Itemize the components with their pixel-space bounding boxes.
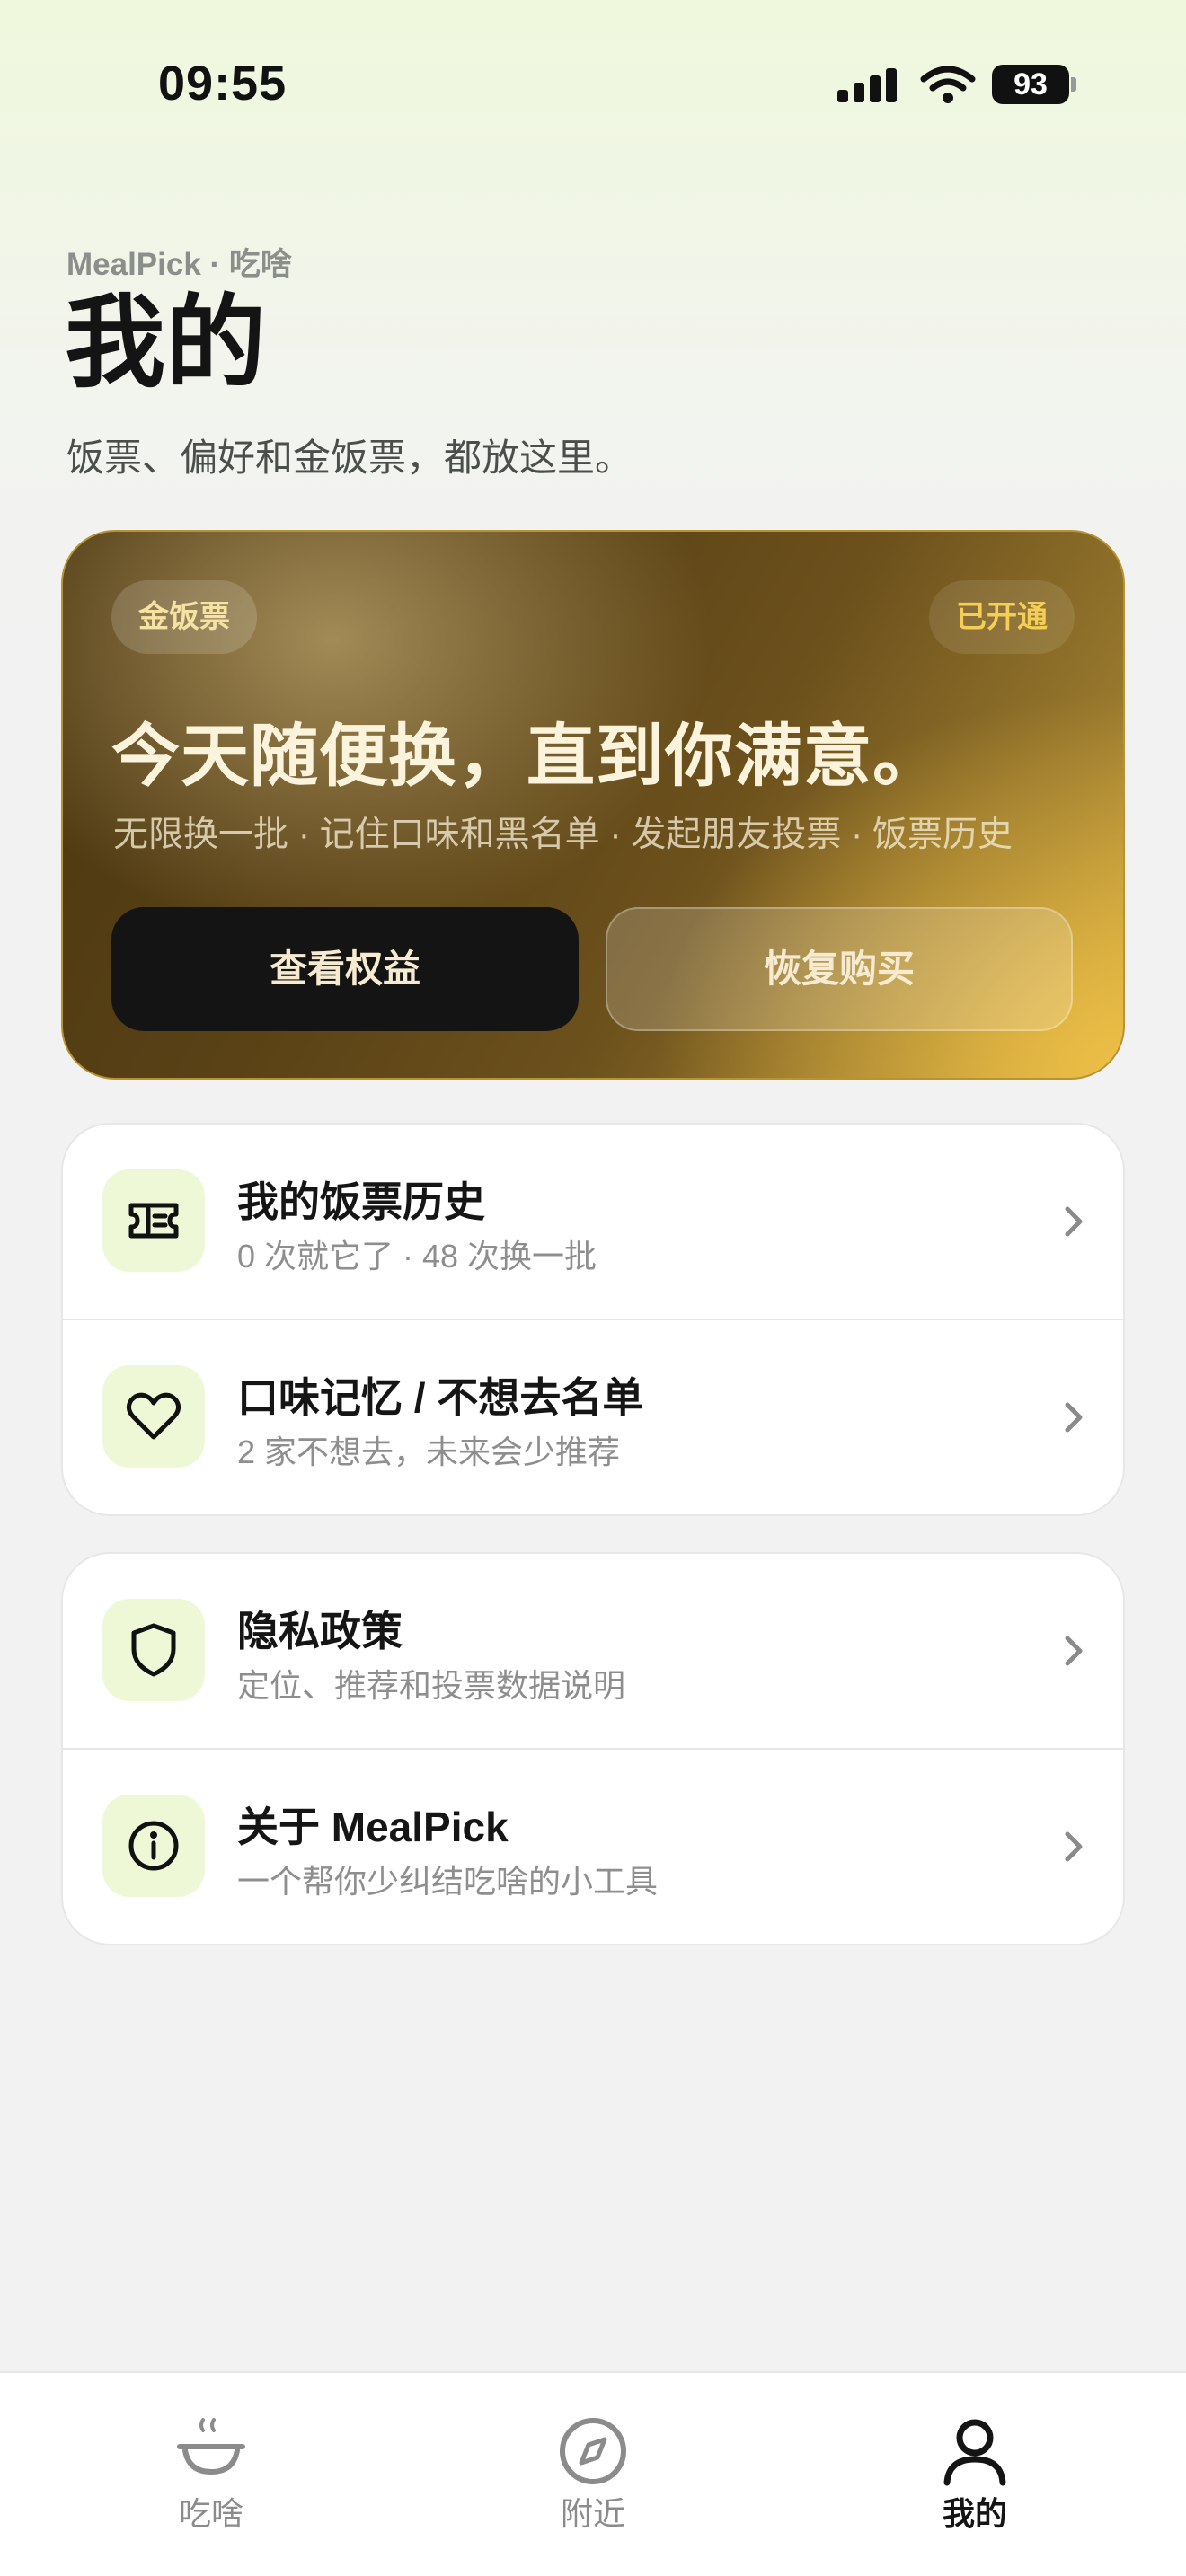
list-item-title: 关于 MealPick	[237, 1804, 509, 1850]
battery-indicator: 93	[992, 65, 1069, 104]
list-item-subtitle: 一个帮你少纠结吃啥的小工具	[237, 1863, 659, 1900]
list-item-privacy-policy[interactable]: 隐私政策 定位、推荐和投票数据说明	[63, 1554, 1123, 1748]
gold-ticket-card: 金饭票 已开通 今天随便换，直到你满意。 无限换一批 · 记住口味和黑名单 · …	[61, 530, 1125, 1080]
list-item-ticket-history[interactable]: 我的饭票历史 0 次就它了 · 48 次换一批	[63, 1125, 1123, 1319]
list-item-about[interactable]: 关于 MealPick 一个帮你少纠结吃啥的小工具	[63, 1748, 1123, 1944]
list-group-records: 我的饭票历史 0 次就它了 · 48 次换一批 口味记忆 / 不想去名单 2 家…	[61, 1123, 1125, 1516]
list-item-subtitle: 2 家不想去，未来会少推荐	[237, 1434, 621, 1470]
list-item-subtitle: 0 次就它了 · 48 次换一批	[237, 1238, 597, 1275]
page-title: 我的	[65, 287, 266, 399]
list-item-subtitle: 定位、推荐和投票数据说明	[237, 1667, 626, 1704]
wifi-icon	[920, 66, 976, 103]
restore-purchase-button[interactable]: 恢复购买	[606, 907, 1073, 1031]
bowl-icon	[177, 2418, 245, 2475]
ticket-icon	[102, 1169, 205, 1272]
chevron-right-icon	[1065, 1831, 1083, 1862]
heart-icon	[102, 1365, 205, 1468]
tab-chisha[interactable]: 吃啥	[76, 2373, 346, 2535]
list-item-title: 口味记忆 / 不想去名单	[237, 1374, 644, 1421]
status-icons: 93	[837, 63, 1080, 108]
chevron-right-icon	[1065, 1402, 1083, 1433]
gold-headline: 今天随便换，直到你满意。	[111, 719, 942, 795]
list-group-about: 隐私政策 定位、推荐和投票数据说明 关于 MealPick 一个帮你少纠结吃啥的…	[61, 1552, 1125, 1945]
list-item-title: 我的饭票历史	[237, 1178, 485, 1225]
tab-mine[interactable]: 我的	[840, 2373, 1110, 2535]
chevron-right-icon	[1065, 1206, 1083, 1237]
compass-icon	[560, 2418, 626, 2484]
tab-label: 附近	[560, 2495, 625, 2532]
person-icon	[943, 2419, 1006, 2486]
page-subtitle: 饭票、偏好和金饭票，都放这里。	[66, 437, 633, 479]
tab-nearby[interactable]: 附近	[458, 2373, 728, 2535]
list-item-title: 隐私政策	[237, 1608, 403, 1654]
shield-icon	[102, 1599, 205, 1701]
battery-tip	[1071, 77, 1076, 92]
membership-status-badge: 已开通	[929, 580, 1075, 654]
info-icon	[102, 1795, 205, 1897]
status-time: 09:55	[158, 57, 288, 110]
gold-ticket-badge: 金饭票	[111, 580, 257, 654]
view-benefits-button[interactable]: 查看权益	[111, 907, 579, 1031]
tab-label: 吃啥	[178, 2495, 243, 2532]
tab-bar: 吃啥 附近 我的	[0, 2371, 1186, 2576]
list-item-taste-memory[interactable]: 口味记忆 / 不想去名单 2 家不想去，未来会少推荐	[63, 1319, 1123, 1514]
gold-features: 无限换一批 · 记住口味和黑名单 · 发起朋友投票 · 饭票历史	[113, 816, 1013, 854]
app-eyebrow: MealPick · 吃啥	[66, 247, 292, 282]
tab-label: 我的	[942, 2495, 1007, 2532]
chevron-right-icon	[1065, 1636, 1083, 1666]
